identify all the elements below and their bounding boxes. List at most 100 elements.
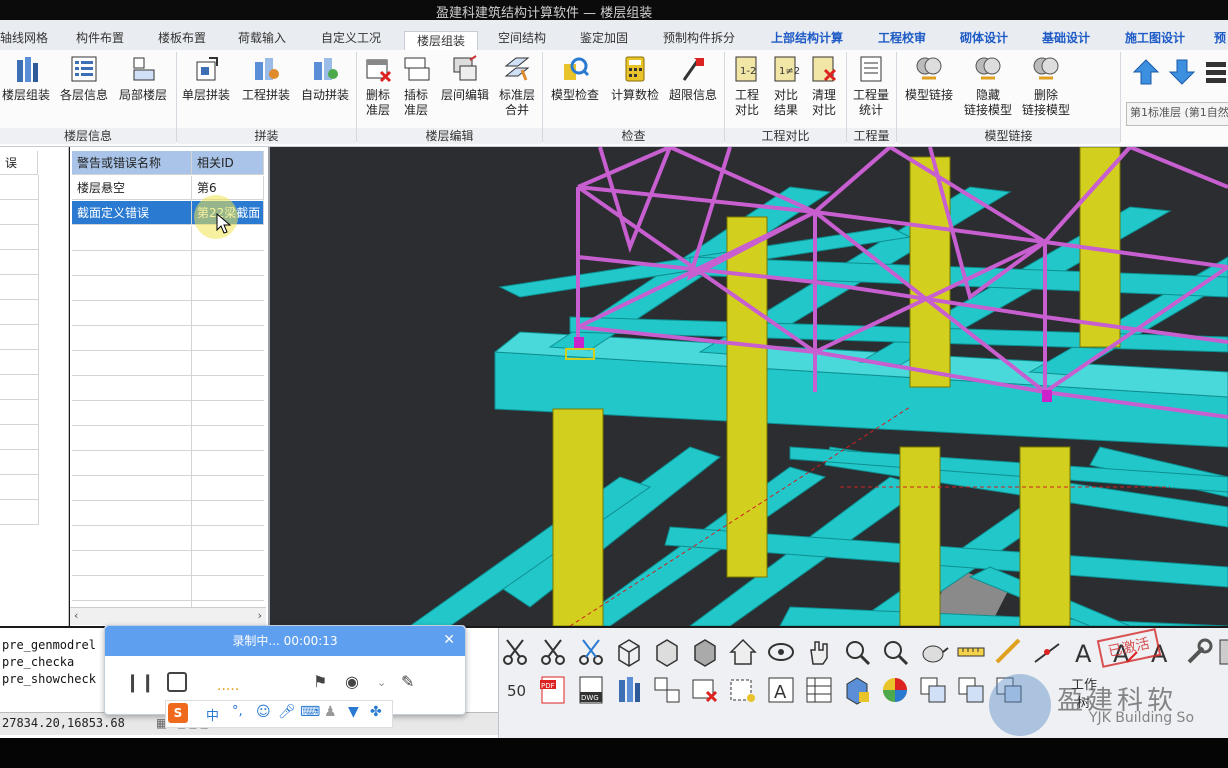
color-wheel-icon[interactable] [879, 674, 911, 706]
webcam-icon[interactable]: ◉ [345, 672, 359, 691]
cube-hidden-icon[interactable] [651, 636, 683, 668]
tab-foundation-design[interactable]: 基础设计 [1036, 28, 1096, 50]
scissors-icon[interactable] [499, 636, 531, 668]
delete-view-icon[interactable] [689, 674, 721, 706]
keyboard-icon[interactable]: ⌨ [300, 704, 320, 720]
warning-row-1-id[interactable]: 第6 [192, 176, 264, 200]
tab-slab-layout[interactable]: 楼板布置 [152, 28, 212, 50]
tab-component-layout[interactable]: 构件布置 [70, 28, 130, 50]
floor-down-icon[interactable] [1168, 58, 1196, 86]
floor-select[interactable]: 第1标准层 (第1自然层) [1126, 102, 1228, 126]
chevron-down-icon[interactable]: ⌄ [377, 676, 386, 689]
tab-precast-split[interactable]: 预制构件拆分 [656, 28, 742, 50]
cube-color-icon[interactable] [841, 674, 873, 706]
pause-icon[interactable]: ❙❙ [125, 672, 155, 693]
select-box-icon[interactable] [727, 674, 759, 706]
punctuation-icon[interactable]: °, [232, 704, 243, 719]
cube-solid-icon[interactable] [689, 636, 721, 668]
auto-assembly-label: 自动拼装 [300, 88, 349, 102]
command-line-3: pre_showcheck [2, 672, 96, 686]
tab-floor-assembly[interactable]: 楼层组装 [404, 31, 478, 51]
zoom-extents-icon[interactable] [841, 636, 873, 668]
partial-floor-button[interactable]: 局部楼层 [116, 54, 170, 103]
std-floor-merge-button[interactable]: 标准层 合并 [496, 54, 538, 118]
copy-view-icon[interactable] [917, 674, 949, 706]
scissors-alt-icon[interactable] [537, 636, 569, 668]
interlayer-edit-button[interactable]: 层间编辑 [438, 54, 492, 103]
home-view-icon[interactable] [727, 636, 759, 668]
scroll-right-icon[interactable]: › [258, 609, 262, 622]
floor-stack-icon[interactable] [1204, 58, 1228, 86]
measure-icon[interactable] [955, 636, 987, 668]
text-frame-icon[interactable]: A [765, 674, 797, 706]
overlimit-info-button[interactable]: 超限信息 [666, 54, 720, 103]
tab-upper-structure-calc[interactable]: 上部结构计算 [764, 28, 850, 50]
user-icon[interactable]: ♟ [324, 704, 337, 720]
floor-info-button[interactable]: 各层信息 [56, 54, 112, 103]
project-assembly-button[interactable]: 工程拼装 [238, 54, 294, 103]
tab-space-structure[interactable]: 空间结构 [492, 28, 552, 50]
delete-link-label-1: 删除 [1033, 88, 1058, 102]
warning-row-1-name[interactable]: 楼层悬空 [72, 176, 192, 200]
tab-precast[interactable]: 预 [1212, 28, 1228, 50]
column-header-related-id[interactable]: 相关ID [192, 151, 264, 175]
building-view-icon[interactable] [613, 674, 645, 706]
wrench-icon[interactable] [1183, 636, 1215, 668]
zoom-window-icon[interactable] [879, 636, 911, 668]
model-link-button[interactable]: 模型链接 [900, 54, 958, 103]
pen-icon[interactable]: ✎ [401, 672, 414, 691]
warning-row-2-name[interactable]: 截面定义错误 [72, 201, 192, 225]
delete-std-floor-button[interactable]: 删标 准层 [360, 54, 396, 118]
dwg-export-icon[interactable]: DWG [575, 674, 607, 706]
project-compare-button[interactable]: 1-2 工程 对比 [728, 54, 766, 118]
pdf-export-icon[interactable]: PDF [537, 674, 569, 706]
scroll-left-icon[interactable]: ‹ [74, 609, 78, 622]
bottom-border [0, 738, 1228, 768]
single-floor-assembly-label: 单层拼装 [181, 88, 230, 102]
insert-std-floor-button[interactable]: 插标 准层 [398, 54, 434, 118]
line-width-value[interactable]: 50 [507, 682, 526, 700]
orbit-icon[interactable] [765, 636, 797, 668]
microphone-icon[interactable]: 🎤︎ [278, 704, 296, 720]
layer-icon[interactable] [651, 674, 683, 706]
tab-custom-case[interactable]: 自定义工况 [314, 28, 388, 50]
tab-load-input[interactable]: 荷载输入 [232, 28, 292, 50]
model-check-button[interactable]: 模型检查 [546, 54, 604, 103]
teapot-icon[interactable] [917, 636, 949, 668]
trim-icon[interactable] [575, 636, 607, 668]
auto-assembly-button[interactable]: 自动拼装 [298, 54, 352, 103]
pan-hand-icon[interactable] [803, 636, 835, 668]
floor-assembly-button[interactable]: 楼层组装 [0, 54, 52, 103]
tab-masonry-design[interactable]: 砌体设计 [954, 28, 1014, 50]
calc-data-check-button[interactable]: 计算数检 [606, 54, 664, 103]
tab-axis-grid[interactable]: 轴线网格 [0, 28, 48, 50]
tab-appraisal-reinforce[interactable]: 鉴定加固 [574, 28, 634, 50]
table-icon[interactable] [803, 674, 835, 706]
single-floor-assembly-button[interactable]: 单层拼装 [180, 54, 232, 103]
horizontal-scrollbar[interactable]: ‹ › [70, 607, 266, 625]
cube-wire-icon[interactable] [613, 636, 645, 668]
flag-icon[interactable]: ⚑ [313, 672, 327, 691]
floor-up-icon[interactable] [1132, 58, 1160, 86]
clear-compare-button[interactable]: 清理 对比 [806, 54, 842, 118]
quantity-stat-button[interactable]: 工程量 统计 [850, 54, 892, 118]
sogou-logo-icon[interactable]: S [168, 703, 188, 723]
delete-link-model-button[interactable]: 删除 链接模型 [1018, 54, 1074, 118]
tab-drawing-design[interactable]: 施工图设计 [1118, 28, 1192, 50]
emoji-icon[interactable]: ☺ [256, 704, 271, 720]
paste-view-icon[interactable] [955, 674, 987, 706]
skin-icon[interactable]: ▼ [348, 704, 359, 720]
ime-language[interactable]: 中 [206, 705, 219, 724]
more-tools-icon[interactable] [1219, 636, 1228, 668]
toolbox-icon[interactable]: ✤ [370, 704, 382, 720]
ruler-icon[interactable] [993, 636, 1025, 668]
compare-result-button[interactable]: 1≠2 对比 结果 [768, 54, 804, 118]
building-icon [17, 57, 38, 82]
model-viewport[interactable] [270, 147, 1228, 626]
close-icon[interactable]: ✕ [443, 632, 455, 648]
hide-link-model-button[interactable]: 隐藏 链接模型 [962, 54, 1014, 118]
tab-project-review[interactable]: 工程校审 [872, 28, 932, 50]
stop-icon[interactable] [167, 672, 187, 692]
dimension-icon[interactable] [1031, 636, 1063, 668]
column-header-warning-name[interactable]: 警告或错误名称 [72, 151, 192, 175]
